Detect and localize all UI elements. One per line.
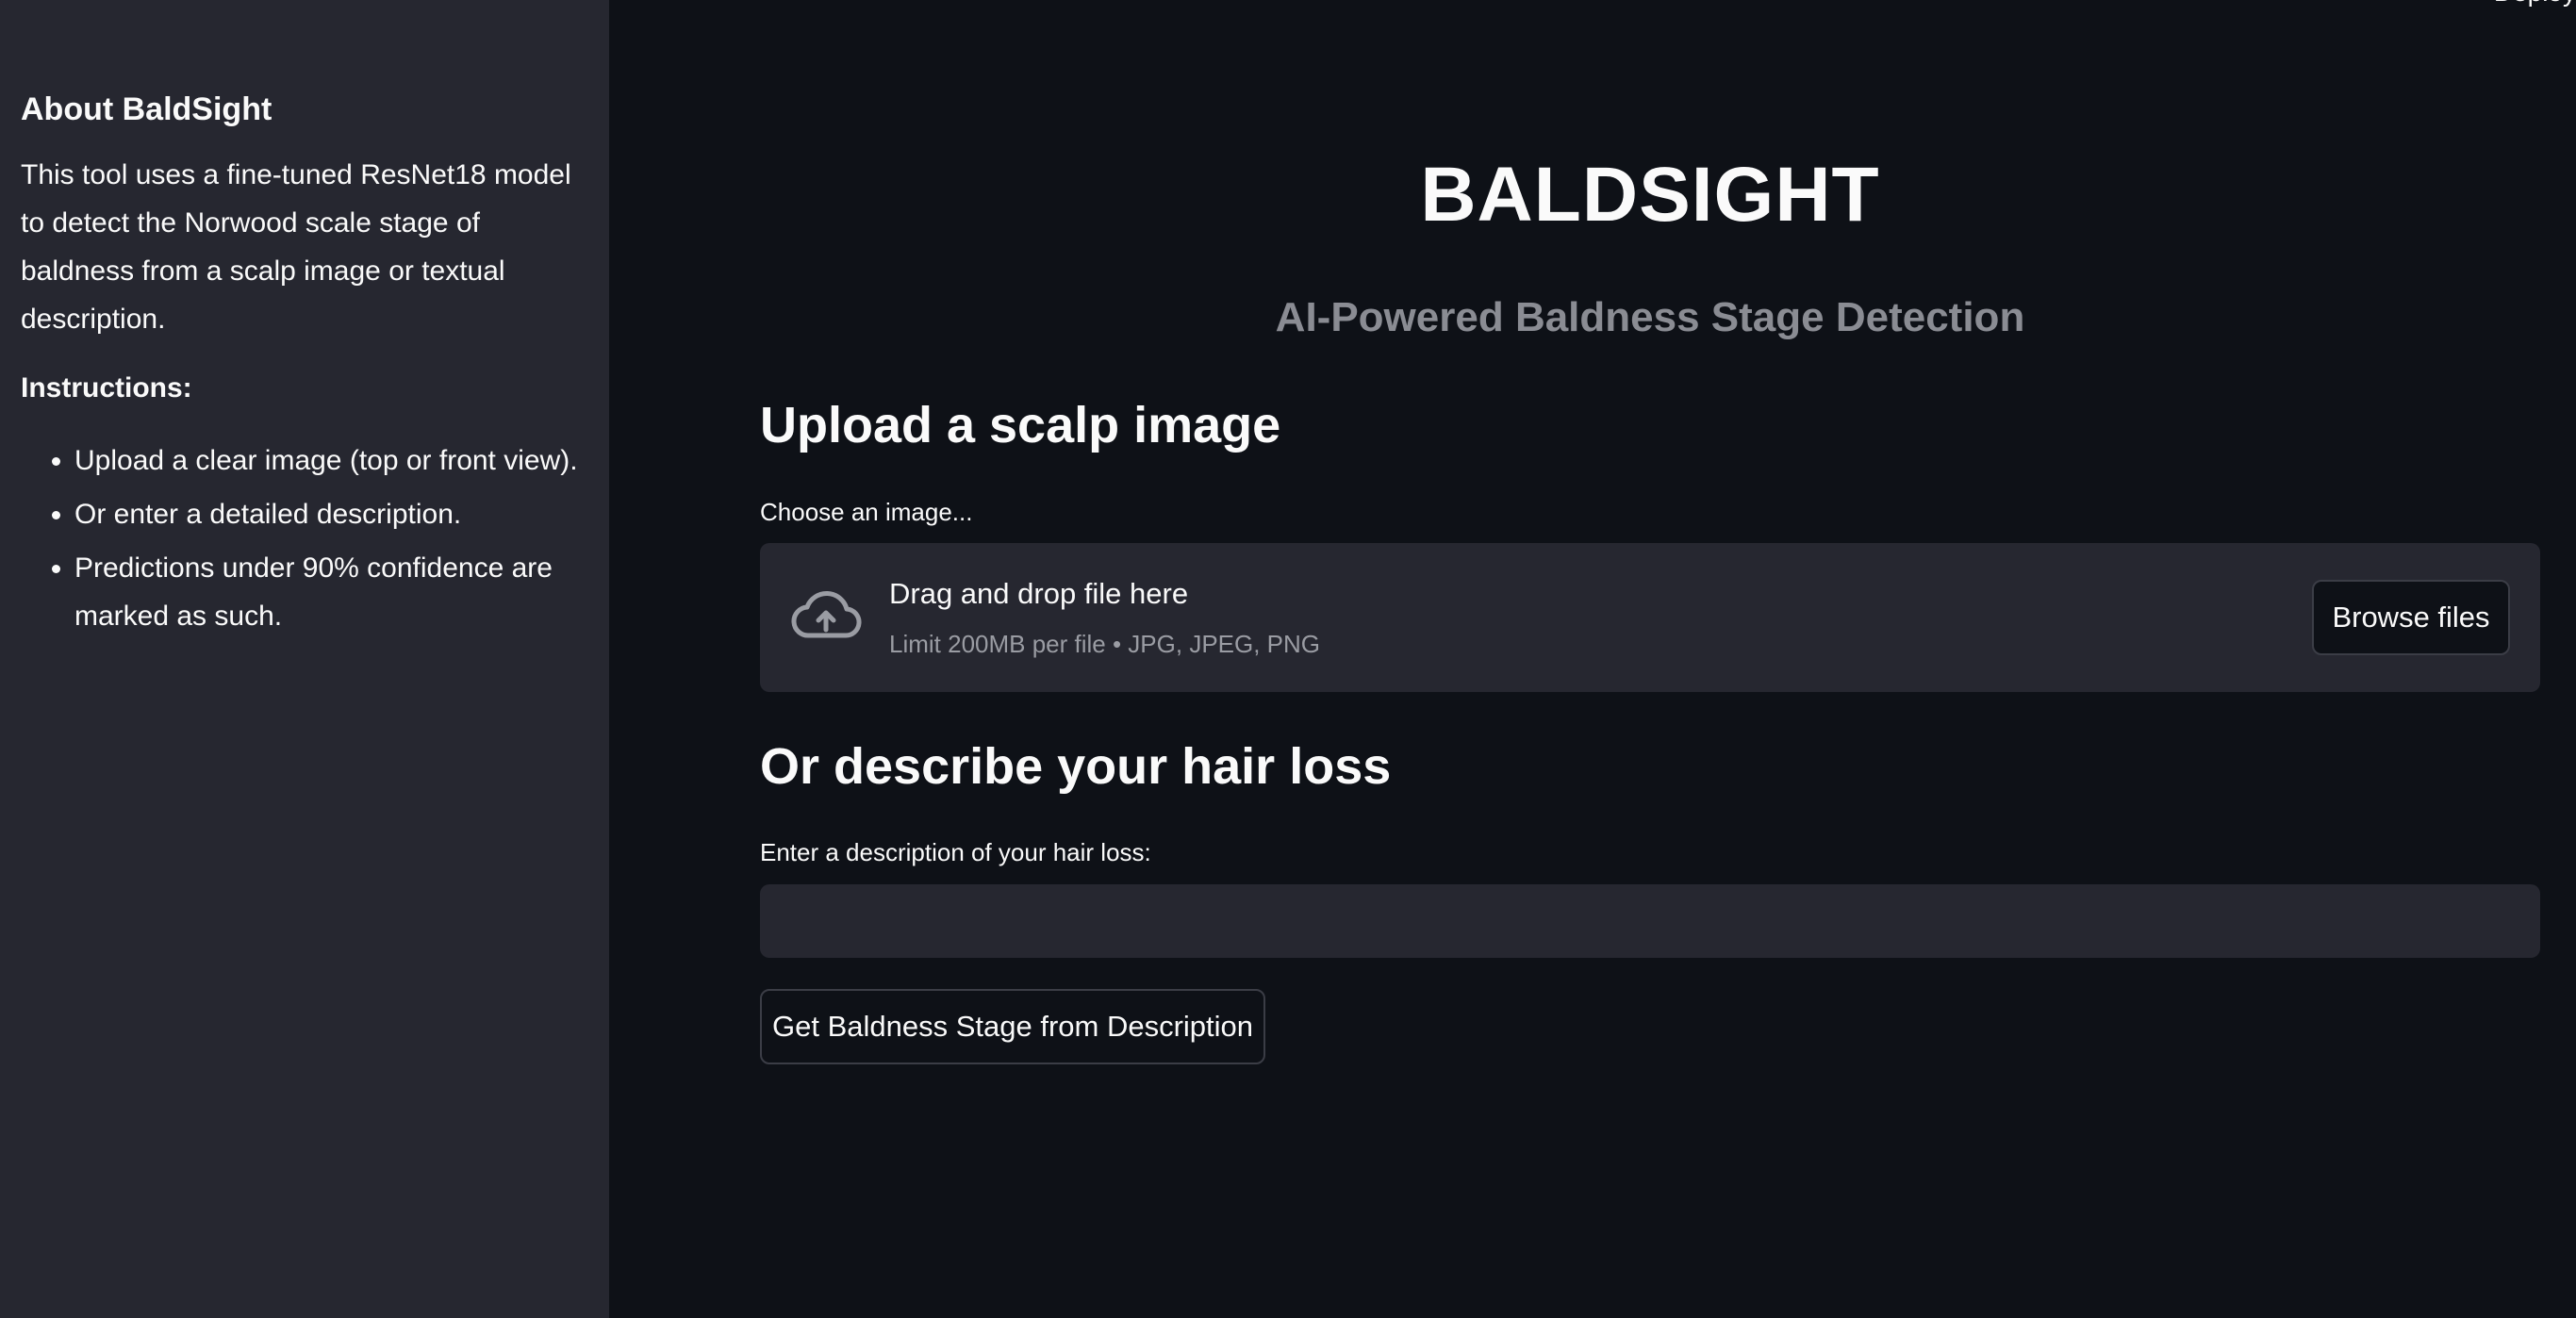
describe-heading: Or describe your hair loss bbox=[760, 738, 1392, 795]
page-title: BALDSIGHT bbox=[1420, 152, 1880, 238]
dropzone-limit: Limit 200MB per file • JPG, JPEG, PNG bbox=[889, 630, 1321, 658]
browse-files-button[interactable]: Browse files bbox=[2312, 580, 2510, 655]
get-stage-button[interactable]: Get Baldness Stage from Description bbox=[760, 989, 1265, 1064]
sidebar: About BaldSight This tool uses a fine-tu… bbox=[0, 0, 609, 1318]
upload-heading: Upload a scalp image bbox=[760, 397, 1281, 453]
dropzone-text: Drag and drop file here bbox=[889, 577, 1189, 610]
instruction-item: Or enter a detailed description. bbox=[74, 490, 588, 538]
instruction-item: Upload a clear image (top or front view)… bbox=[74, 437, 588, 485]
cloud-upload-icon bbox=[791, 590, 862, 638]
file-dropzone[interactable]: Drag and drop file here Limit 200MB per … bbox=[760, 543, 2540, 692]
app-root: About BaldSight This tool uses a fine-tu… bbox=[0, 0, 2576, 1318]
description-input[interactable] bbox=[760, 884, 2540, 958]
page-subtitle: AI-Powered Baldness Stage Detection bbox=[1275, 294, 2025, 340]
sidebar-description: This tool uses a fine-tuned ResNet18 mod… bbox=[21, 159, 571, 335]
upload-label: Choose an image... bbox=[760, 498, 973, 526]
sidebar-heading: About BaldSight bbox=[21, 91, 272, 127]
description-label: Enter a description of your hair loss: bbox=[760, 838, 1151, 866]
instructions-list: Upload a clear image (top or front view)… bbox=[21, 437, 588, 640]
main-area: Deploy BALDSIGHT AI-Powered Baldness Sta… bbox=[609, 0, 2576, 1318]
deploy-button[interactable]: Deploy bbox=[2494, 0, 2576, 8]
instruction-item: Predictions under 90% confidence are mar… bbox=[74, 544, 588, 640]
instructions-heading: Instructions: bbox=[21, 372, 192, 404]
